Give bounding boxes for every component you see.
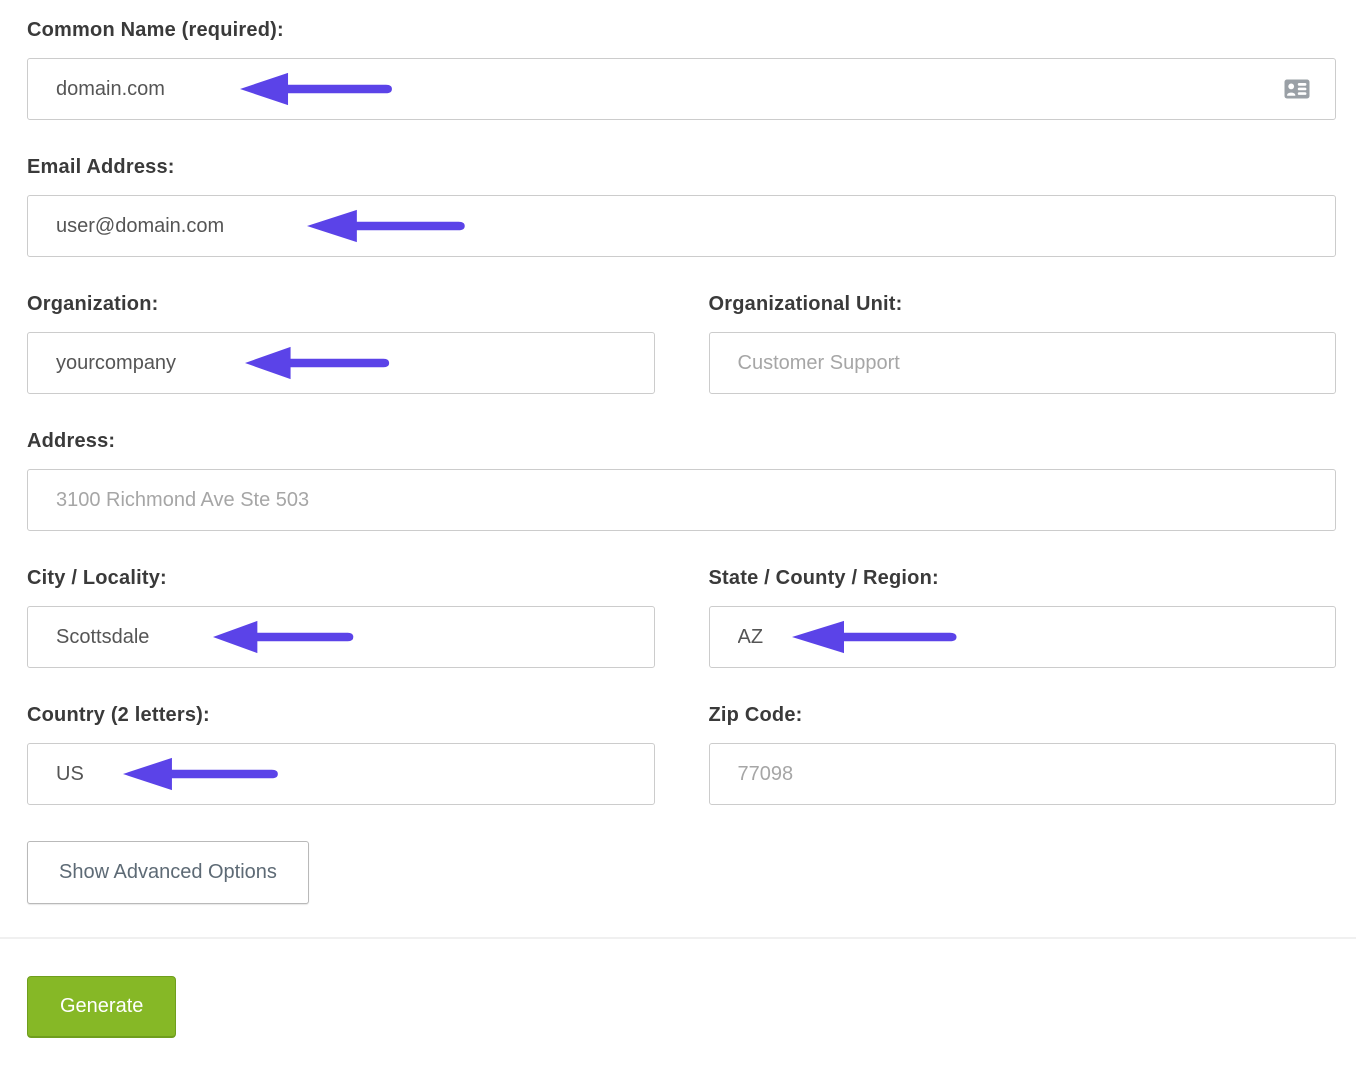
field-address: Address: [27,430,1336,531]
csr-generator-form: Common Name (required): Email Address: [0,0,1356,1078]
country-input-wrap [27,743,655,805]
country-label: Country (2 letters): [27,704,655,726]
field-common-name: Common Name (required): [27,19,1336,120]
field-organizational-unit: Organizational Unit: [709,293,1337,394]
field-country: Country (2 letters): [27,704,655,805]
organizational-unit-label: Organizational Unit: [709,293,1337,315]
organization-input[interactable] [27,332,655,394]
section-divider [0,937,1356,939]
field-zip: Zip Code: [709,704,1337,805]
city-input-wrap [27,606,655,668]
row-city-state: City / Locality: State / County / Region… [27,567,1336,704]
address-label: Address: [27,430,1336,452]
row-organization: Organization: Organizational Unit: [27,293,1336,430]
field-organization: Organization: [27,293,655,394]
generate-button[interactable]: Generate [27,976,176,1038]
state-label: State / County / Region: [709,567,1337,589]
city-label: City / Locality: [27,567,655,589]
common-name-input-wrap [27,58,1336,120]
city-input[interactable] [27,606,655,668]
state-input[interactable] [709,606,1337,668]
organizational-unit-input[interactable] [709,332,1337,394]
row-country-zip: Country (2 letters): Zip Code: [27,704,1336,841]
country-input[interactable] [27,743,655,805]
email-input[interactable] [27,195,1336,257]
zip-input-wrap [709,743,1337,805]
field-city: City / Locality: [27,567,655,668]
email-input-wrap [27,195,1336,257]
zip-label: Zip Code: [709,704,1337,726]
common-name-input[interactable] [27,58,1336,120]
field-email: Email Address: [27,156,1336,257]
show-advanced-options-button[interactable]: Show Advanced Options [27,841,309,904]
state-input-wrap [709,606,1337,668]
zip-input[interactable] [709,743,1337,805]
common-name-label: Common Name (required): [27,19,1336,41]
address-input[interactable] [27,469,1336,531]
address-input-wrap [27,469,1336,531]
contact-card-icon[interactable] [1284,79,1310,99]
organizational-unit-input-wrap [709,332,1337,394]
organization-input-wrap [27,332,655,394]
field-state: State / County / Region: [709,567,1337,668]
organization-label: Organization: [27,293,655,315]
email-label: Email Address: [27,156,1336,178]
